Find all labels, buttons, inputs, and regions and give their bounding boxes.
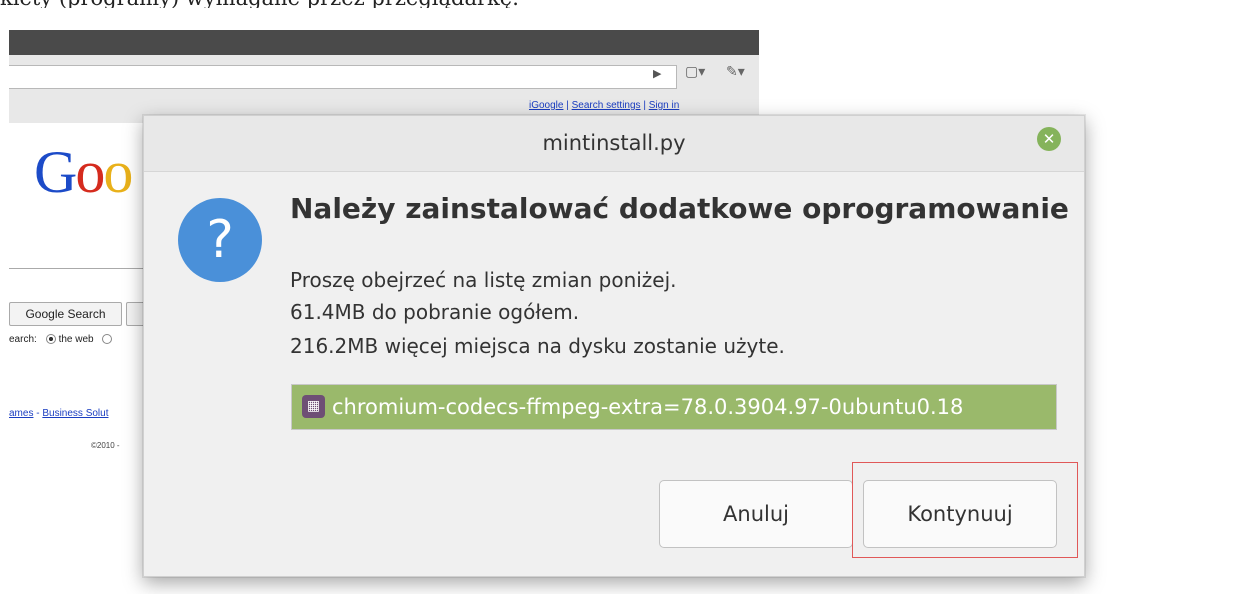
continue-button[interactable]: Kontynuuj	[863, 480, 1057, 548]
cancel-button[interactable]: Anuluj	[659, 480, 853, 548]
google-logo: Goo	[34, 139, 133, 205]
browser-titlebar	[9, 30, 759, 55]
radio-the-web-label: the web	[58, 334, 94, 345]
business-links: ames - Business Solut	[9, 408, 109, 419]
business-solutions-link[interactable]: Business Solut	[42, 408, 108, 419]
sign-in-link[interactable]: Sign in	[649, 100, 680, 111]
info-line-changes: Proszę obejrzeć na listę zmian poniżej.	[290, 268, 677, 292]
dialog-title: mintinstall.py	[542, 131, 686, 155]
wrench-menu-icon[interactable]: ✎▾	[726, 64, 745, 80]
document-caption: kiety (programy) wymagane przez przegląd…	[0, 0, 760, 8]
search-label: earch:	[9, 334, 37, 345]
url-bar[interactable]	[9, 65, 677, 89]
go-arrow-icon[interactable]: ▶	[653, 67, 661, 80]
install-dialog: mintinstall.py ✕ ? Należy zainstalować d…	[143, 115, 1085, 577]
dialog-heading: Należy zainstalować dodatkowe oprogramow…	[290, 192, 1069, 225]
google-search-button[interactable]: Google Search	[9, 302, 122, 326]
package-list[interactable]: ▦ chromium-codecs-ffmpeg-extra=78.0.3904…	[291, 384, 1057, 430]
question-icon: ?	[178, 198, 262, 282]
radio-other[interactable]	[102, 334, 113, 345]
package-name: chromium-codecs-ffmpeg-extra=78.0.3904.9…	[332, 395, 964, 419]
copyright-text: ©2010 -	[91, 441, 120, 450]
package-row[interactable]: ▦ chromium-codecs-ffmpeg-extra=78.0.3904…	[292, 385, 1056, 429]
search-settings-link[interactable]: Search settings	[572, 100, 641, 111]
programmes-link[interactable]: ames	[9, 408, 33, 419]
search-options: earch: the web	[9, 334, 115, 345]
package-icon: ▦	[302, 395, 325, 418]
google-top-links: iGoogle | Search settings | Sign in	[529, 100, 680, 111]
close-icon[interactable]: ✕	[1037, 127, 1061, 151]
radio-the-web[interactable]	[45, 334, 56, 345]
info-line-disk-space: 216.2MB więcej miejsca na dysku zostanie…	[290, 334, 785, 358]
info-line-download-size: 61.4MB do pobranie ogółem.	[290, 300, 580, 324]
igoogle-link[interactable]: iGoogle	[529, 100, 563, 111]
page-menu-icon[interactable]: ▢▾	[685, 64, 705, 80]
search-box-underline	[9, 268, 149, 269]
